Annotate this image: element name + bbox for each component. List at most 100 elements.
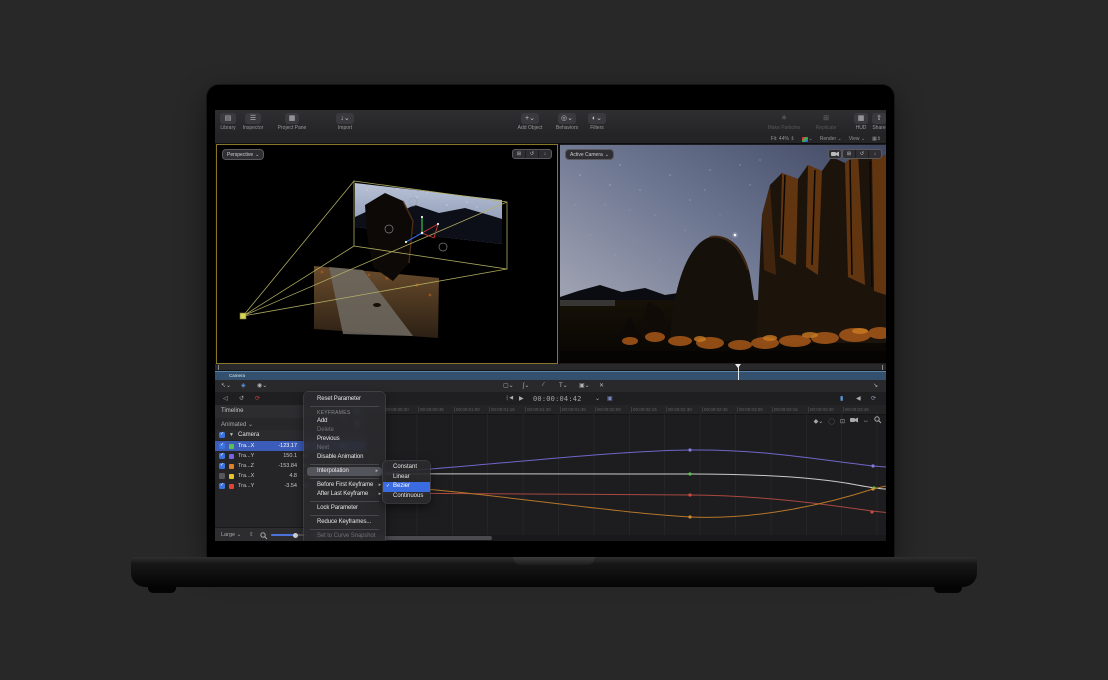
viewport-controls-left[interactable]: ⊞ ↺ ↓ xyxy=(512,149,552,159)
param-value[interactable]: 4.8 xyxy=(261,473,297,479)
region-end-marker[interactable] xyxy=(882,365,883,370)
scale-down-icon[interactable]: ↓ xyxy=(538,150,551,158)
param-value[interactable]: 150.1 xyxy=(261,453,297,459)
add-object-button[interactable]: +⌄ Add Object xyxy=(515,113,545,131)
reset-view-icon[interactable]: ↺ xyxy=(855,150,868,158)
submenu-item-continuous[interactable]: Continuous xyxy=(383,492,430,502)
camera-select-right[interactable]: Active Camera ⌄ xyxy=(565,149,614,160)
scale-down-icon[interactable]: ↓ xyxy=(868,150,881,158)
frame-display-icon[interactable]: ▣ xyxy=(607,395,613,402)
menu-item-lock-parameter[interactable]: Lock Parameter xyxy=(304,504,385,513)
slice-tool-icon[interactable]: ✕ xyxy=(599,382,604,389)
submenu-item-bezier[interactable]: ✓Bezier xyxy=(383,482,430,492)
camera-icon[interactable] xyxy=(850,417,858,425)
region-start-marker[interactable] xyxy=(218,365,219,370)
zoom-icon[interactable] xyxy=(874,416,882,426)
import-button[interactable]: ↓⌄ Import xyxy=(333,113,357,131)
speaker-icon[interactable]: ◀ xyxy=(856,395,861,402)
horizontal-scrollbar[interactable] xyxy=(365,535,886,541)
keyframe-filter-icon[interactable]: ◆⌄ xyxy=(814,418,824,425)
stepper-icon[interactable]: ⇕ xyxy=(249,532,254,538)
disclosure-triangle-icon[interactable]: ▼ xyxy=(229,432,234,438)
camera-icon[interactable] xyxy=(829,150,841,158)
record-icon[interactable]: ⟳ xyxy=(255,395,260,402)
menu-item-disable-animation[interactable]: Disable Animation xyxy=(304,453,385,462)
submenu-item-linear[interactable]: Linear xyxy=(383,473,430,483)
viewport-active-camera[interactable]: Active Camera ⌄ ⊞ ↺ ↓ xyxy=(560,144,886,364)
loop-icon[interactable]: ⟳ xyxy=(871,395,876,402)
line-tool-icon[interactable]: ∕ xyxy=(543,382,544,388)
render-menu[interactable]: Render ⌄ xyxy=(820,136,842,142)
go-to-start-button[interactable]: ❘◀ xyxy=(505,395,513,401)
row-size-select[interactable]: Large ⌄ xyxy=(221,532,241,538)
compare-icon[interactable]: ⊞ xyxy=(513,150,525,158)
behaviors-button[interactable]: ◎⌄ Behaviors xyxy=(553,113,581,131)
mask-tool-icon[interactable]: ▣⌄ xyxy=(579,382,590,389)
camera-overlay-button[interactable] xyxy=(828,149,842,159)
pan-tool-icon[interactable]: ↘ xyxy=(873,382,878,389)
checkbox[interactable] xyxy=(219,463,225,469)
menu-item-add[interactable]: Add xyxy=(304,417,385,426)
channels-button[interactable]: ⌄ xyxy=(802,136,813,142)
animated-filter-select[interactable]: Animated ⌄ xyxy=(221,421,253,428)
compare-icon[interactable]: ⊞ xyxy=(843,150,855,158)
text-tool-icon[interactable]: T⌄ xyxy=(559,382,568,389)
library-button[interactable]: ▤ Library xyxy=(217,113,239,131)
mini-timeline-ruler[interactable] xyxy=(215,364,886,371)
menu-item-before-first-keyframe[interactable]: Before First Keyframe▸ xyxy=(304,481,385,490)
menu-item-interpolation[interactable]: Interpolation▸ xyxy=(307,467,382,476)
play-button[interactable]: ▶ xyxy=(519,395,524,402)
viewport-controls-right[interactable]: ⊞ ↺ ↓ xyxy=(842,149,882,159)
timecode-display[interactable]: 00:00:04:42 xyxy=(533,395,582,403)
chevron-down-icon: ⌄ xyxy=(344,116,350,121)
bezier-tool-icon[interactable]: ʃ⌄ xyxy=(523,382,529,389)
slider-thumb[interactable] xyxy=(293,533,298,538)
share-button[interactable]: ⇧ Share xyxy=(871,113,886,131)
view-menu[interactable]: View ⌄ xyxy=(849,136,865,142)
fit-visible-icon[interactable]: ↔ xyxy=(863,418,869,424)
checkbox[interactable] xyxy=(219,432,225,438)
select-tool-icon[interactable]: ↖⌄ xyxy=(221,382,231,389)
zoom-out-icon[interactable] xyxy=(260,532,268,540)
checkbox[interactable] xyxy=(219,443,225,449)
checkbox[interactable] xyxy=(219,483,225,489)
keyframe-editor[interactable]: 00:00:00:30 00:00:00:45 00:00:01:00 00:0… xyxy=(365,405,886,541)
menu-item-reduce-keyframes[interactable]: Reduce Keyframes... xyxy=(304,518,385,527)
checkbox[interactable] xyxy=(219,453,225,459)
inspector-button[interactable]: ☰ Inspector xyxy=(239,113,267,131)
playhead[interactable] xyxy=(738,364,739,380)
ruler-tick: 00:00:01:45 xyxy=(560,407,586,412)
menu-item-reset-parameter[interactable]: Reset Parameter xyxy=(304,395,385,404)
camera-select-left[interactable]: Perspective ⌄ xyxy=(222,149,264,160)
rendered-scene xyxy=(560,145,886,363)
param-value[interactable]: -153.84 xyxy=(261,463,297,469)
viewport-perspective[interactable]: Perspective ⌄ ⊞ ↺ ↓ xyxy=(216,144,558,364)
curve-snapshot-icon[interactable]: ⊡ xyxy=(840,418,845,425)
scrollbar-thumb[interactable] xyxy=(367,536,492,540)
tab-timeline[interactable]: Timeline xyxy=(221,408,243,414)
menu-item-after-last-keyframe[interactable]: After Last Keyframe▸ xyxy=(304,490,385,499)
layout-button[interactable]: ▦⇕ xyxy=(872,136,881,142)
chevron-down-icon[interactable]: ⌄ xyxy=(595,395,600,402)
mini-timeline[interactable]: Camera xyxy=(215,364,886,380)
rectangle-tool-icon[interactable]: ▢⌄ xyxy=(503,382,514,389)
curve-graph-area[interactable] xyxy=(365,414,886,535)
reset-view-icon[interactable]: ↺ xyxy=(525,150,538,158)
filters-button[interactable]: ◐⌄ Filters xyxy=(587,113,607,131)
checkbox[interactable] xyxy=(219,473,225,479)
submenu-item-constant[interactable]: Constant xyxy=(383,463,430,473)
transform-3d-tool-icon[interactable]: ◉⌄ xyxy=(257,382,267,389)
param-value[interactable]: -3.54 xyxy=(261,483,297,489)
cycle-icon[interactable]: ↺ xyxy=(239,395,244,402)
marker-icon[interactable]: ▮ xyxy=(840,395,843,402)
edit-points-tool-icon[interactable]: ◈ xyxy=(241,382,246,389)
hud-button[interactable]: ▦ HUD xyxy=(853,113,869,131)
project-pane-button[interactable]: ▦ Project Pane xyxy=(275,113,309,131)
param-value[interactable]: -123.17 xyxy=(261,443,297,449)
fit-zoom-control[interactable]: Fit: 44% ⇕ xyxy=(771,136,795,142)
hud-icon: ▦ xyxy=(854,113,868,124)
laptop-base xyxy=(131,557,977,587)
menu-item-previous[interactable]: Previous xyxy=(304,435,385,444)
audio-icon[interactable]: ◁ xyxy=(223,395,228,402)
make-particles-icon: ✳ xyxy=(777,113,791,124)
